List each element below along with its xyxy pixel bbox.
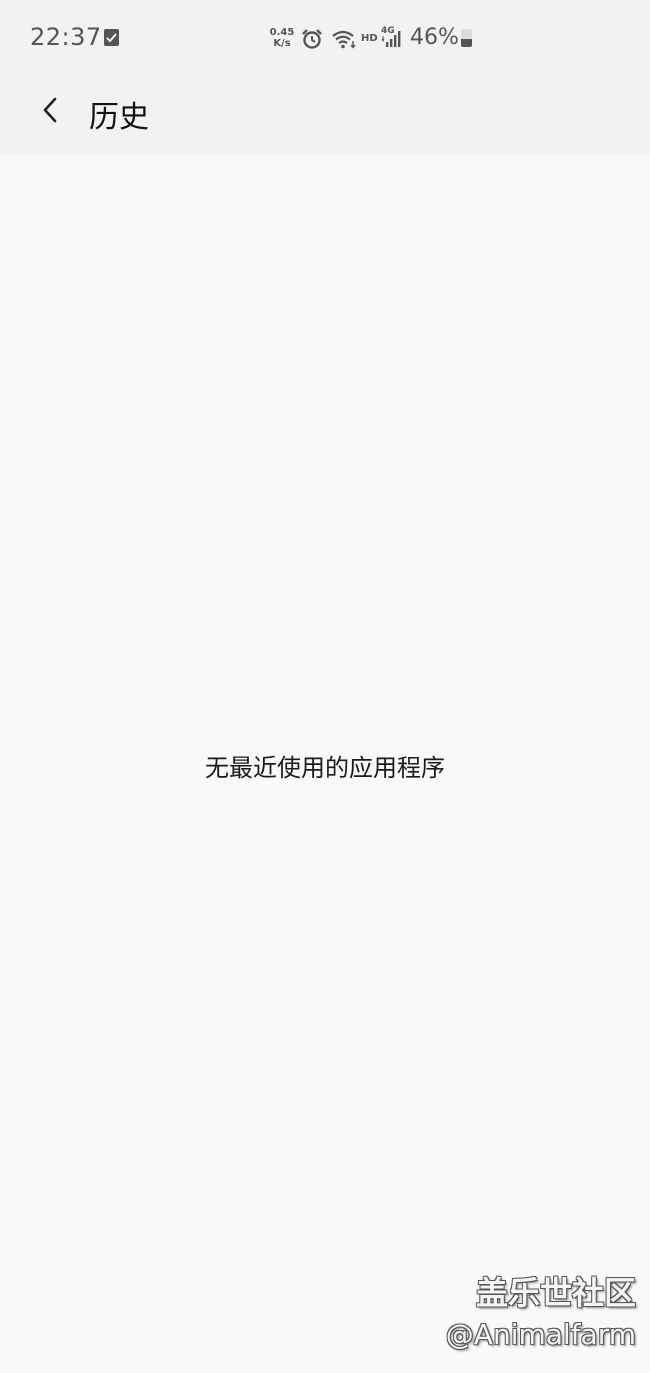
- checkbox-notification-icon: [104, 29, 119, 46]
- watermark-user: @Animalfarm: [445, 1318, 636, 1351]
- chevron-left-icon: [39, 95, 61, 129]
- page-title: 历史: [89, 100, 149, 135]
- signal-icon: [381, 28, 404, 54]
- network-speed-unit: K/s: [273, 38, 291, 49]
- battery-percent: 46%: [410, 25, 459, 50]
- hd-indicator: HD: [361, 33, 378, 44]
- status-bar: 22:37 0.45 K/s HD 4G 46%: [0, 0, 650, 78]
- alarm-icon: [301, 28, 323, 54]
- battery-icon: [461, 29, 472, 47]
- network-speed: 0.45 K/s: [268, 27, 296, 49]
- app-bar: 历史: [0, 78, 650, 154]
- status-time: 22:37: [30, 23, 102, 51]
- history-list: 无最近使用的应用程序: [0, 154, 650, 1373]
- network-speed-value: 0.45: [269, 27, 295, 38]
- watermark-brand: 盖乐世社区: [475, 1274, 636, 1312]
- back-button[interactable]: [26, 88, 74, 136]
- empty-state-message: 无最近使用的应用程序: [205, 754, 445, 782]
- wifi-icon: [331, 28, 357, 54]
